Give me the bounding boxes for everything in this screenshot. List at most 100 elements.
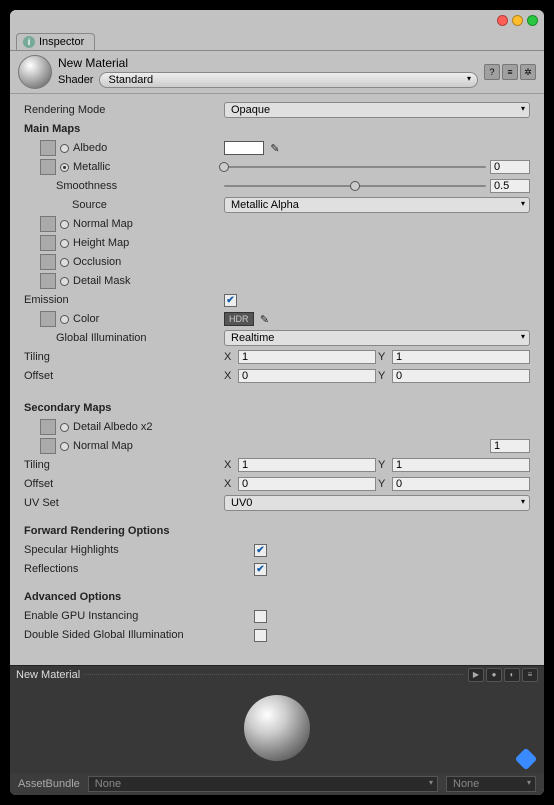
- smoothness-slider[interactable]: [224, 179, 486, 193]
- gi-label: Global Illumination: [24, 332, 224, 344]
- albedo-color-swatch[interactable]: [224, 141, 264, 155]
- specular-checkbox[interactable]: ✔: [254, 544, 267, 557]
- asset-label-tag-icon[interactable]: [515, 748, 538, 771]
- smoothness-value-field[interactable]: [490, 179, 530, 193]
- inspector-body: Rendering Mode Opaque Main Maps Albedo ✎…: [10, 94, 544, 665]
- emission-checkbox[interactable]: ✔: [224, 294, 237, 307]
- metallic-slider[interactable]: [224, 160, 486, 174]
- forward-rendering-title: Forward Rendering Options: [24, 525, 224, 537]
- x-label: X: [224, 459, 236, 471]
- rendering-mode-dropdown[interactable]: Opaque: [224, 102, 530, 118]
- material-preview-panel: New Material ▶ ● ◐ ≡: [10, 665, 544, 773]
- hdr-badge[interactable]: HDR: [224, 312, 254, 326]
- rendering-mode-label: Rendering Mode: [24, 104, 224, 116]
- lighting-toggle-icon[interactable]: ◐: [504, 668, 520, 682]
- eyedropper-icon[interactable]: ✎: [268, 141, 282, 155]
- normalmap-label: Normal Map: [73, 218, 133, 230]
- emission-color-radio[interactable]: [60, 315, 69, 324]
- metallic-radio[interactable]: [60, 163, 69, 172]
- occlusion-texture-slot[interactable]: [40, 254, 56, 270]
- settings-gear-icon[interactable]: ✲: [520, 64, 536, 80]
- secondary-offset-x-field[interactable]: [238, 477, 376, 491]
- inspector-window: i Inspector New Material Shader Standard…: [10, 10, 544, 795]
- detailmask-radio[interactable]: [60, 277, 69, 286]
- metallic-texture-slot[interactable]: [40, 159, 56, 175]
- albedo-texture-slot[interactable]: [40, 140, 56, 156]
- assetbundle-label: AssetBundle: [18, 778, 80, 790]
- material-preview-sphere[interactable]: [244, 695, 310, 761]
- emission-eyedropper-icon[interactable]: ✎: [258, 312, 272, 326]
- close-window-icon[interactable]: [497, 15, 508, 26]
- albedo-label: Albedo: [73, 142, 107, 154]
- gi-dropdown[interactable]: Realtime: [224, 330, 530, 346]
- material-thumbnail-icon[interactable]: [18, 55, 52, 89]
- preview-menu-icon[interactable]: ≡: [522, 668, 538, 682]
- secondary-normalmap-radio[interactable]: [60, 442, 69, 451]
- presets-icon[interactable]: ≡: [502, 64, 518, 80]
- gpu-instancing-checkbox[interactable]: [254, 610, 267, 623]
- secondary-normalmap-texture-slot[interactable]: [40, 438, 56, 454]
- detail-albedo-label: Detail Albedo x2: [73, 421, 153, 433]
- secondary-offset-y-field[interactable]: [392, 477, 530, 491]
- offset-x-field[interactable]: [238, 369, 376, 383]
- y-label: Y: [378, 370, 390, 382]
- albedo-radio[interactable]: [60, 144, 69, 153]
- secondary-tiling-x-field[interactable]: [238, 458, 376, 472]
- gpu-instancing-label: Enable GPU Instancing: [24, 610, 254, 622]
- detailmask-label: Detail Mask: [73, 275, 130, 287]
- uvset-dropdown[interactable]: UV0: [224, 495, 530, 511]
- metallic-value-field[interactable]: [490, 160, 530, 174]
- heightmap-texture-slot[interactable]: [40, 235, 56, 251]
- secondary-tiling-label: Tiling: [24, 459, 224, 471]
- assetbundle-name-dropdown[interactable]: None: [88, 776, 438, 792]
- detail-albedo-texture-slot[interactable]: [40, 419, 56, 435]
- smoothness-label: Smoothness: [24, 180, 224, 192]
- zoom-window-icon[interactable]: [527, 15, 538, 26]
- y-label: Y: [378, 459, 390, 471]
- secondary-offset-label: Offset: [24, 478, 224, 490]
- tiling-label: Tiling: [24, 351, 224, 363]
- offset-y-field[interactable]: [392, 369, 530, 383]
- window-titlebar: [10, 10, 544, 30]
- normalmap-texture-slot[interactable]: [40, 216, 56, 232]
- emission-color-texture-slot[interactable]: [40, 311, 56, 327]
- heightmap-label: Height Map: [73, 237, 129, 249]
- secondary-normalmap-label: Normal Map: [73, 440, 133, 452]
- reflections-checkbox[interactable]: ✔: [254, 563, 267, 576]
- occlusion-radio[interactable]: [60, 258, 69, 267]
- detail-albedo-radio[interactable]: [60, 423, 69, 432]
- double-sided-gi-label: Double Sided Global Illumination: [24, 629, 254, 641]
- material-name: New Material: [58, 56, 478, 70]
- shader-dropdown[interactable]: Standard: [99, 72, 478, 88]
- secondary-tiling-y-field[interactable]: [392, 458, 530, 472]
- secondary-normalmap-value-field[interactable]: [490, 439, 530, 453]
- offset-label: Offset: [24, 370, 224, 382]
- detailmask-texture-slot[interactable]: [40, 273, 56, 289]
- assetbundle-variant-dropdown[interactable]: None: [446, 776, 536, 792]
- emission-color-label: Color: [73, 313, 99, 325]
- emission-label: Emission: [24, 294, 224, 306]
- source-label: Source: [24, 199, 224, 211]
- material-header: New Material Shader Standard ? ≡ ✲: [10, 50, 544, 94]
- tab-inspector[interactable]: i Inspector: [16, 33, 95, 50]
- tiling-y-field[interactable]: [392, 350, 530, 364]
- double-sided-gi-checkbox[interactable]: [254, 629, 267, 642]
- source-dropdown[interactable]: Metallic Alpha: [224, 197, 530, 213]
- reference-icon[interactable]: ?: [484, 64, 500, 80]
- play-icon[interactable]: ▶: [468, 668, 484, 682]
- specular-label: Specular Highlights: [24, 544, 254, 556]
- x-label: X: [224, 478, 236, 490]
- occlusion-label: Occlusion: [73, 256, 121, 268]
- tiling-x-field[interactable]: [238, 350, 376, 364]
- uvset-label: UV Set: [24, 497, 224, 509]
- x-label: X: [224, 351, 236, 363]
- assetbundle-bar: AssetBundle None None: [10, 773, 544, 795]
- secondary-maps-title: Secondary Maps: [24, 402, 224, 414]
- advanced-options-title: Advanced Options: [24, 591, 224, 603]
- minimize-window-icon[interactable]: [512, 15, 523, 26]
- y-label: Y: [378, 478, 390, 490]
- sphere-view-icon[interactable]: ●: [486, 668, 502, 682]
- shader-label: Shader: [58, 74, 93, 86]
- normalmap-radio[interactable]: [60, 220, 69, 229]
- heightmap-radio[interactable]: [60, 239, 69, 248]
